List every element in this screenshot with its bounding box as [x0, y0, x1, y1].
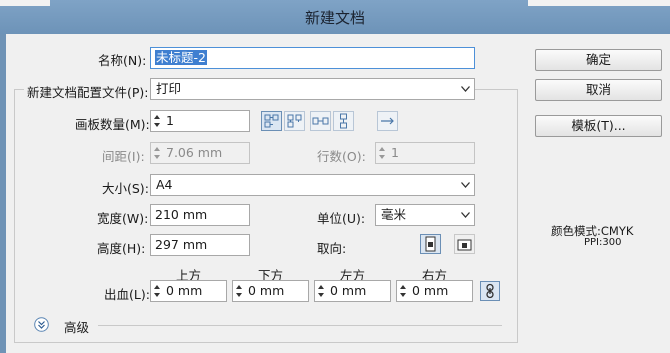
bleed-top-stepper[interactable]: 0 mm — [150, 280, 227, 302]
stepper-arrows-icon[interactable] — [153, 283, 161, 299]
name-input-value: 未标题-2 — [155, 50, 207, 65]
link-icon[interactable] — [480, 281, 500, 301]
expand-advanced-icon[interactable] — [34, 317, 49, 332]
columns-label: 行数(O): — [317, 149, 366, 164]
size-select-value: A4 — [156, 177, 173, 192]
profile-label: 新建文档配置文件(P): — [24, 82, 152, 101]
chevron-down-icon — [461, 86, 470, 92]
name-label: 名称(N): — [98, 53, 147, 68]
profile-select-value: 打印 — [156, 81, 182, 96]
stepper-arrows-icon[interactable] — [399, 283, 407, 299]
grid-by-row-icon[interactable] — [261, 111, 282, 131]
bleed-bottom-value: 0 mm — [248, 283, 285, 298]
right-to-left-icon[interactable] — [377, 111, 398, 131]
stepper-arrows-icon[interactable] — [235, 283, 243, 299]
columns-value: 1 — [391, 145, 399, 160]
ppi-text: PPI:300 — [584, 237, 622, 248]
arrange-by-row-icon[interactable] — [310, 111, 331, 131]
stepper-arrows-icon — [379, 147, 385, 159]
grid-by-column-icon[interactable] — [284, 111, 305, 131]
portrait-icon[interactable] — [420, 234, 441, 254]
dialog-title: 新建文档 — [304, 9, 365, 27]
size-select[interactable]: A4 — [150, 174, 475, 196]
orientation-label: 取向: — [317, 241, 347, 256]
width-label: 宽度(W): — [97, 211, 149, 226]
size-label: 大小(S): — [102, 181, 149, 196]
stepper-arrows-icon[interactable] — [317, 283, 325, 299]
bleed-right-stepper[interactable]: 0 mm — [396, 280, 473, 302]
units-select-value: 毫米 — [381, 207, 407, 222]
height-input[interactable]: 297 mm — [150, 234, 250, 256]
bleed-left-stepper[interactable]: 0 mm — [314, 280, 391, 302]
units-label: 单位(U): — [317, 211, 366, 226]
profile-select[interactable]: 打印 — [150, 78, 475, 100]
artboards-value: 1 — [166, 113, 174, 128]
advanced-divider — [98, 325, 502, 326]
spacing-stepper: 7.06 mm — [150, 142, 250, 164]
spacing-value: 7.06 mm — [166, 145, 223, 160]
background-window-strip — [0, 0, 50, 6]
spacing-label: 间距(I): — [102, 149, 145, 164]
stepper-arrows-icon[interactable] — [153, 113, 161, 129]
templates-button[interactable]: 模板(T)... — [535, 115, 662, 137]
cancel-button[interactable]: 取消 — [535, 79, 662, 101]
ok-button[interactable]: 确定 — [535, 49, 662, 71]
width-input[interactable]: 210 mm — [150, 204, 250, 226]
bleed-right-value: 0 mm — [412, 283, 449, 298]
landscape-icon[interactable] — [454, 234, 475, 254]
chevron-down-icon — [461, 182, 470, 188]
chevron-down-icon — [461, 212, 470, 218]
stepper-arrows-icon — [154, 147, 160, 159]
advanced-label: 高级 — [64, 320, 90, 335]
height-label: 高度(H): — [97, 241, 146, 256]
artboards-label: 画板数量(M): — [75, 117, 150, 132]
name-input[interactable]: 未标题-2 — [150, 47, 475, 69]
background-window-strip — [528, 0, 670, 6]
bleed-bottom-stepper[interactable]: 0 mm — [232, 280, 309, 302]
bleed-top-value: 0 mm — [166, 283, 203, 298]
artboards-stepper[interactable]: 1 — [150, 110, 250, 132]
columns-stepper: 1 — [375, 142, 475, 164]
arrange-by-column-icon[interactable] — [333, 111, 354, 131]
units-select[interactable]: 毫米 — [375, 204, 475, 226]
bleed-label: 出血(L): — [104, 287, 150, 302]
bleed-left-value: 0 mm — [330, 283, 367, 298]
